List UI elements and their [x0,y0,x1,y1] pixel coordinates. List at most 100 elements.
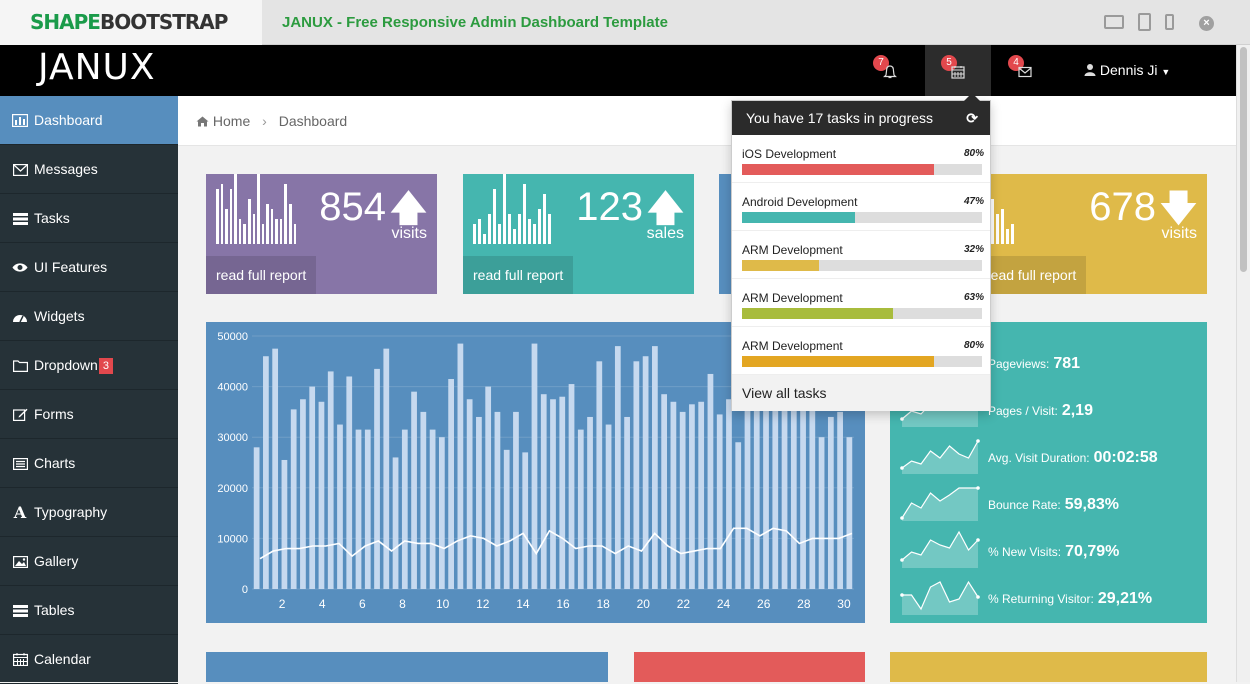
sidebar-item-widgets[interactable]: Widgets [0,292,178,341]
chart-bar [633,361,640,589]
stat-label: visits [391,225,427,242]
chart-bar [550,399,556,589]
breadcrumb-current: Dashboard [278,113,348,129]
user-name: Dennis Ji [1099,62,1158,78]
sidebar-item-tables[interactable]: Tables [0,586,178,635]
chart-bar [670,401,677,589]
sidebar-item-messages[interactable]: Messages [0,145,178,194]
task-progress-track [742,260,982,271]
task-percent: 32% [963,244,984,255]
sidebar-item-charts[interactable]: Charts [0,439,178,488]
metric-name: Avg. Visit Duration: [988,451,1090,465]
phone-icon[interactable] [1165,14,1174,30]
sidebar-item-forms[interactable]: Forms [0,390,178,439]
metric-value: 70,79% [1065,543,1120,560]
page-scrollbar[interactable] [1236,45,1250,682]
task-percent: 47% [963,196,984,207]
read-report-link[interactable]: read full report [463,256,574,294]
shapebootstrap-logo[interactable]: SHAPEBOOTSTRAP [30,10,228,34]
metric-sparkline [900,580,980,615]
stat-bar [478,219,481,244]
y-tick-label: 30000 [217,432,248,444]
metric-name: Pages / Visit: [988,404,1058,418]
task-item[interactable]: ARM Development 32% [732,231,990,279]
sidebar-item-label: Widgets [34,308,85,324]
task-item[interactable]: iOS Development 80% [732,135,990,183]
x-tick-label: 28 [797,597,811,611]
view-all-tasks-link[interactable]: View all tasks [732,375,990,411]
envelope-icon [1018,66,1032,78]
chart-bar [661,394,668,589]
sidebar-item-label: Dashboard [34,112,103,128]
eye-icon [11,243,29,292]
stat-bar [533,224,536,244]
close-preview-icon[interactable]: × [1199,16,1214,31]
breadcrumb: Home › Dashboard [178,96,1236,146]
stat-bar [483,234,486,244]
sidebar-item-calendar[interactable]: Calendar [0,635,178,684]
chart-bar [540,394,547,589]
chart-bar [772,394,779,589]
x-tick-label: 20 [637,597,651,611]
scrollbar-thumb[interactable] [1240,47,1247,272]
chart-bar [587,416,593,589]
messages-button[interactable]: 4 [992,45,1058,96]
sidebar-item-gallery[interactable]: Gallery [0,537,178,586]
sidebar-item-tasks[interactable]: Tasks [0,194,178,243]
bell-icon [883,65,897,79]
bottom-panel-red [634,652,865,682]
sidebar-item-label: Messages [34,161,98,177]
sidebar-item-ui-features[interactable]: UI Features [0,243,178,292]
stat-bar [247,199,251,244]
breadcrumb-home[interactable]: Home [213,113,250,129]
sidebar-item-label: Tables [34,602,75,618]
user-menu[interactable]: Dennis Ji ▼ [1084,62,1170,78]
read-report-link[interactable]: read full report [976,256,1087,294]
task-item[interactable]: ARM Development 80% [732,327,990,375]
stat-box-visits: 854 🡅 visits read full report [206,174,437,294]
task-name: ARM Development [742,291,843,305]
x-tick-label: 16 [556,597,570,611]
notifications-button[interactable]: 7 [857,45,923,96]
metric-value: 59,83% [1064,496,1119,513]
chart-bar [448,379,454,589]
metric-value: 00:02:58 [1093,449,1158,466]
task-percent: 80% [963,340,984,351]
stat-bar [289,204,292,244]
dropdown-caret [964,93,980,101]
tasks-button[interactable]: 5 [925,45,991,96]
sidebar-item-dropdown[interactable]: Dropdown 3 [0,341,178,390]
tablet-icon[interactable] [1138,13,1151,31]
chart-bar [577,429,584,589]
metric-label: % Returning Visitor: 29,21% [988,590,1152,608]
calendar-icon [951,66,965,79]
laptop-icon[interactable] [1104,15,1124,29]
refresh-icon[interactable]: ⟳ [966,101,978,135]
tasks-icon [11,194,29,243]
chart-bar [846,437,853,589]
task-item[interactable]: Android Development 47% [732,183,990,231]
sidebar-item-typography[interactable]: A Typography [0,488,178,537]
folder-icon [11,341,29,390]
metric-row: Avg. Visit Duration: 00:02:58 [890,428,1207,475]
chart-bar [420,411,427,589]
y-tick-label: 40000 [217,382,248,394]
task-name: iOS Development [742,147,837,161]
task-item[interactable]: ARM Development 63% [732,279,990,327]
template-title[interactable]: JANUX - Free Responsive Admin Dashboard … [282,14,668,31]
picture-icon [11,537,29,586]
sidebar-item-dashboard[interactable]: Dashboard [0,96,178,145]
chart-bar [679,411,686,589]
app-logo[interactable]: JANUX [38,47,156,88]
stat-bar [229,189,233,244]
stat-bar [279,219,283,244]
task-progress-bar [742,164,934,175]
stat-bar [1011,224,1014,244]
chart-bar [364,429,371,589]
read-report-link[interactable]: read full report [206,256,317,294]
stat-bar [275,219,278,244]
chart-bar [837,411,843,589]
x-tick-label: 2 [279,597,286,611]
home-icon [196,116,209,127]
x-tick-label: 14 [516,597,530,611]
